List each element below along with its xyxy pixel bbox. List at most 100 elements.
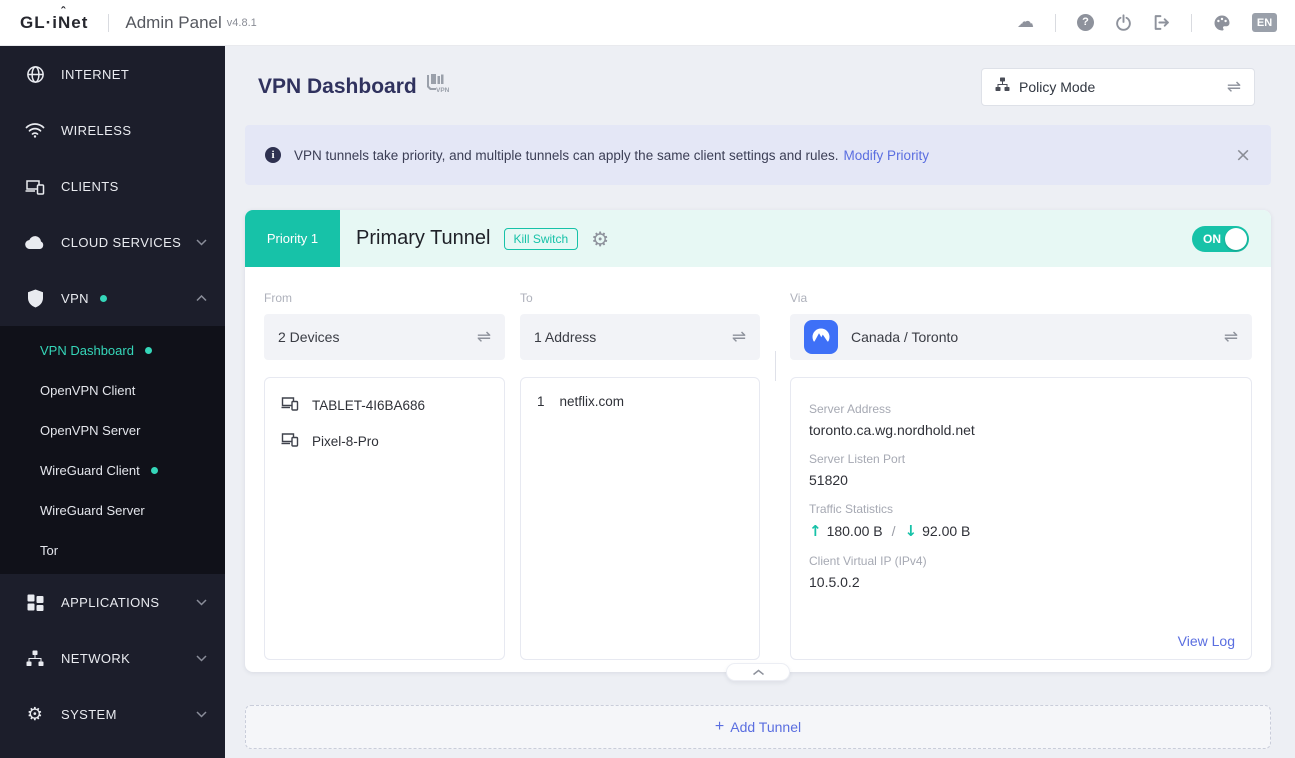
addresses-panel: 1 netflix.com (520, 377, 760, 660)
submenu-item-openvpn-client[interactable]: OpenVPN Client (0, 370, 225, 410)
swap-icon: ⇌ (1223, 327, 1238, 347)
device-row: Pixel-8-Pro (265, 432, 504, 450)
address-index: 1 (537, 394, 545, 409)
brand-logo-text: GL·iNet (20, 12, 89, 32)
from-label: From (264, 291, 292, 305)
download-value: 92.00 B (922, 523, 971, 539)
device-name: TABLET-4I6BA686 (312, 397, 426, 413)
sidebar-item-internet[interactable]: INTERNET (0, 46, 225, 102)
toggle-knob (1225, 227, 1247, 250)
gear-icon: ⚙ (26, 703, 44, 725)
download-arrow-icon: ↓ (904, 522, 918, 540)
sidebar-item-applications[interactable]: APPLICATIONS (0, 574, 225, 630)
topbar-actions: ☁ ? EN (1017, 13, 1277, 32)
from-select[interactable]: 2 Devices ⇌ (264, 314, 505, 360)
close-icon[interactable]: × (1235, 145, 1251, 165)
submenu-item-wireguard-client[interactable]: WireGuard Client (0, 450, 225, 490)
vertical-divider (775, 351, 776, 381)
chevron-down-icon (196, 710, 207, 718)
via-value: Canada / Toronto (851, 329, 959, 345)
chevron-down-icon (196, 598, 207, 606)
server-address-value: toronto.ca.wg.nordhold.net (809, 422, 975, 438)
upload-arrow-icon: ↑ (809, 522, 822, 540)
svg-text:VPN: VPN (436, 87, 450, 94)
status-dot (150, 466, 158, 474)
sidebar-item-label: WIRELESS (61, 122, 132, 138)
policy-mode-label: Policy Mode (1019, 79, 1096, 95)
from-value: 2 Devices (278, 329, 340, 345)
sidebar-item-label: CLIENTS (61, 178, 119, 194)
submenu-item-tor[interactable]: Tor (0, 530, 225, 570)
shield-icon (24, 289, 46, 308)
view-log-link[interactable]: View Log (1178, 633, 1235, 649)
device-name: Pixel-8-Pro (312, 433, 379, 449)
submenu-label: VPN Dashboard (40, 342, 134, 358)
language-badge[interactable]: EN (1252, 13, 1277, 32)
sidebar-item-vpn[interactable]: VPN (0, 270, 225, 326)
submenu-item-vpn-dashboard[interactable]: VPN Dashboard (0, 330, 225, 370)
page-title: VPN Dashboard (258, 75, 417, 98)
sidebar-item-label: CLOUD SERVICES (61, 234, 182, 250)
device-icon (281, 396, 299, 414)
tunnel-settings-gear-icon[interactable]: ⚙ (591, 227, 609, 251)
status-dot (144, 346, 152, 354)
submenu-label: OpenVPN Client (40, 382, 136, 398)
tunnel-name: Primary Tunnel (356, 227, 491, 249)
modify-priority-link[interactable]: Modify Priority (844, 148, 930, 163)
priority-badge: Priority 1 (245, 210, 340, 267)
main-content: VPN Dashboard VPN Policy Mode ⇌ i VPN tu… (225, 46, 1295, 758)
chevron-up-icon (752, 669, 764, 675)
app-title: Admin Panel (125, 12, 222, 32)
sidebar-item-system[interactable]: ⚙ SYSTEM (0, 686, 225, 742)
policy-mode-select[interactable]: Policy Mode ⇌ (981, 68, 1255, 106)
add-tunnel-button[interactable]: + Add Tunnel (245, 705, 1271, 749)
sidebar-item-wireless[interactable]: WIRELESS (0, 102, 225, 158)
theme-palette-icon[interactable] (1213, 14, 1231, 32)
info-icon: i (265, 147, 281, 163)
traffic-value: ↑ 180.00 B / ↓ 92.00 B (809, 522, 1233, 540)
cloud-icon (24, 235, 46, 250)
tunnel-card: Priority 1 Primary Tunnel Kill Switch ⚙ … (245, 210, 1271, 681)
help-glyph: ? (1077, 14, 1094, 31)
globe-icon (24, 65, 46, 84)
sidebar-item-label: SYSTEM (61, 706, 117, 722)
tunnel-on-toggle[interactable]: ON (1192, 225, 1249, 252)
device-icon (281, 432, 299, 450)
to-select[interactable]: 1 Address ⇌ (520, 314, 760, 360)
submenu-label: Tor (40, 542, 59, 558)
logout-icon[interactable] (1153, 14, 1170, 31)
help-icon[interactable]: ? (1077, 14, 1094, 31)
app-version: v4.8.1 (226, 16, 257, 29)
device-row: TABLET-4I6BA686 (265, 396, 504, 414)
address-host: netflix.com (559, 394, 625, 409)
devices-icon (24, 178, 46, 195)
chevron-up-icon (196, 294, 207, 302)
listen-port-label: Server Listen Port (809, 452, 906, 466)
cloud-icon[interactable]: ☁ (1017, 14, 1034, 31)
sidebar-item-label: VPN (61, 290, 89, 306)
sidebar-item-label: NETWORK (61, 650, 131, 666)
submenu-label: WireGuard Server (40, 502, 145, 518)
policy-mode-icon (995, 77, 1010, 97)
client-ip-value: 10.5.0.2 (809, 574, 860, 590)
client-ip-label: Client Virtual IP (IPv4) (809, 554, 927, 568)
submenu-item-wireguard-server[interactable]: WireGuard Server (0, 490, 225, 530)
collapse-tunnel-button[interactable] (726, 663, 790, 681)
top-bar: GL·iNet ˆ Admin Panel v4.8.1 ☁ ? EN (0, 0, 1295, 46)
from-column: From 2 Devices ⇌ TABLET-4I6BA686 Pixel-8… (264, 291, 505, 660)
submenu-label: WireGuard Client (40, 462, 140, 478)
via-select[interactable]: Canada / Toronto ⇌ (790, 314, 1252, 360)
sidebar-item-cloud-services[interactable]: CLOUD SERVICES (0, 214, 225, 270)
sitemap-icon (24, 650, 46, 667)
wifi-icon (24, 122, 46, 138)
nordvpn-logo-icon (804, 320, 838, 354)
sidebar-item-label: APPLICATIONS (61, 594, 160, 610)
tunnel-card-header: Priority 1 Primary Tunnel Kill Switch ⚙ … (245, 210, 1271, 267)
submenu-item-openvpn-server[interactable]: OpenVPN Server (0, 410, 225, 450)
swap-icon: ⇌ (1226, 77, 1241, 97)
reboot-icon[interactable] (1115, 14, 1132, 31)
topbar-separator (1055, 13, 1056, 32)
page-header: VPN Dashboard VPN (258, 72, 451, 99)
sidebar-item-clients[interactable]: CLIENTS (0, 158, 225, 214)
sidebar-item-network[interactable]: NETWORK (0, 630, 225, 686)
